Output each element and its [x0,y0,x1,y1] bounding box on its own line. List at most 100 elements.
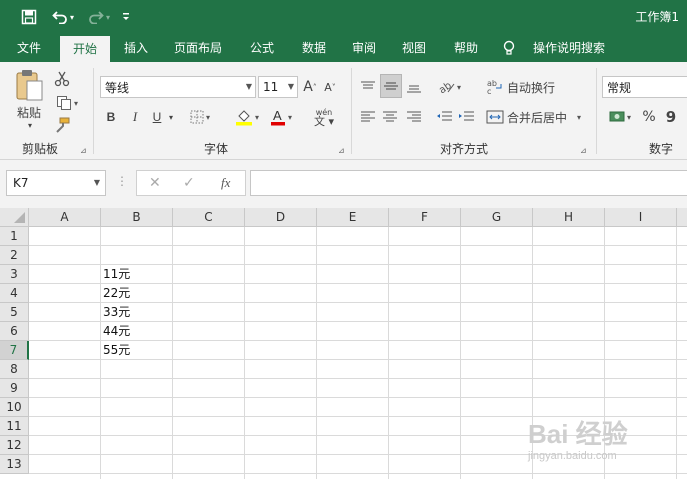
lightbulb-icon[interactable] [502,34,516,62]
column-header-c[interactable]: C [173,208,245,227]
row-header-3[interactable]: 3 [0,265,29,284]
wrap-text-button[interactable]: ab c 自动换行 [486,76,560,98]
column-header-h[interactable]: H [533,208,605,227]
phonetic-guide-icon[interactable]: wén 文 ▾ [308,104,340,130]
window-title: 工作簿1 [635,10,679,24]
borders-icon[interactable]: ▾ [186,106,214,128]
font-name-dropdown[interactable]: 等线 ▼ [100,76,256,98]
formula-controls: ✕ ✓ fx [136,170,246,196]
underline-button[interactable]: U [148,106,166,128]
customize-qat-icon[interactable] [118,6,134,28]
alignment-launcher-icon[interactable]: ⊿ [580,146,587,155]
fill-color-icon[interactable]: ▾ [232,106,262,128]
row-header-2[interactable]: 2 [0,246,29,265]
svg-text:A: A [273,108,282,123]
enter-icon[interactable]: ✓ [183,175,195,191]
redo-icon[interactable]: ▾ [84,6,114,28]
column-header-a[interactable]: A [29,208,101,227]
increase-font-size-icon[interactable]: A ˄ [302,76,318,98]
name-box[interactable]: K7 ▼ [6,170,106,196]
row-header-4[interactable]: 4 [0,284,29,303]
font-size-dropdown[interactable]: 11 ▼ [258,76,298,98]
column-header-f[interactable]: F [389,208,461,227]
decrease-indent-icon[interactable] [434,106,454,128]
ribbon-tabs: 文件 开始 插入 页面布局 公式 数据 审阅 视图 帮助 操作说明搜索 [0,34,687,62]
undo-icon[interactable]: ▾ [48,6,78,28]
bold-button[interactable]: B [102,106,120,128]
cell-b7[interactable]: 55元 [101,341,130,360]
cell-b4[interactable]: 22元 [101,284,130,303]
row-header-12[interactable]: 12 [0,436,29,455]
tab-formulas[interactable]: 公式 [240,34,284,62]
save-icon[interactable] [18,6,40,28]
cut-icon[interactable] [52,70,72,88]
row-header-5[interactable]: 5 [0,303,29,322]
percent-style-button[interactable]: % [640,106,658,128]
tell-me-search[interactable]: 操作说明搜索 [528,34,610,62]
cancel-icon[interactable]: ✕ [149,175,161,191]
column-header-e[interactable]: E [317,208,389,227]
tab-help[interactable]: 帮助 [444,34,488,62]
column-header-partial[interactable] [677,208,687,227]
clipboard-launcher-icon[interactable]: ⊿ [80,146,87,155]
decrease-font-size-icon[interactable]: A ˅ [322,76,338,98]
copy-icon[interactable]: ▾ [52,94,82,112]
align-top-icon[interactable] [358,76,378,98]
accounting-format-icon[interactable]: ▾ [604,106,636,128]
align-left-icon[interactable] [358,106,378,128]
cell-b5[interactable]: 33元 [101,303,130,322]
formula-bar: K7 ▼ ⋮ ✕ ✓ fx [0,160,687,208]
number-format-dropdown[interactable]: 常规 [602,76,687,98]
align-bottom-icon[interactable] [404,76,424,98]
underline-dropdown-icon[interactable]: ▾ [166,106,176,128]
italic-button[interactable]: I [126,106,144,128]
chevron-down-icon: ▼ [287,82,294,91]
group-divider [93,68,94,154]
paste-icon[interactable] [12,68,46,104]
increase-indent-icon[interactable] [456,106,476,128]
gridline [29,397,687,398]
tab-review[interactable]: 审阅 [342,34,386,62]
tab-page-layout[interactable]: 页面布局 [166,34,230,62]
tab-insert[interactable]: 插入 [114,34,158,62]
column-header-b[interactable]: B [101,208,173,227]
merge-center-label: 合并后居中 [507,110,568,125]
svg-text:c: c [487,87,491,95]
font-launcher-icon[interactable]: ⊿ [338,146,345,155]
column-header-d[interactable]: D [245,208,317,227]
row-header-10[interactable]: 10 [0,398,29,417]
name-box-value: K7 [13,176,29,190]
insert-function-icon[interactable]: fx [221,175,230,191]
select-all-button[interactable] [0,208,29,227]
cell-b6[interactable]: 44元 [101,322,130,341]
merge-center-button[interactable]: 合并后居中 ▾ [486,106,586,128]
formula-bar-grip-icon[interactable]: ⋮ [116,174,128,188]
column-header-g[interactable]: G [461,208,533,227]
row-header-9[interactable]: 9 [0,379,29,398]
tab-home[interactable]: 开始 [60,36,110,62]
row-header-11[interactable]: 11 [0,417,29,436]
wrap-text-label: 自动换行 [507,80,556,95]
row-header-6[interactable]: 6 [0,322,29,341]
align-right-icon[interactable] [404,106,424,128]
cell-b3[interactable]: 11元 [101,265,130,284]
formula-input[interactable] [250,170,687,196]
align-center-icon[interactable] [380,106,400,128]
font-color-icon[interactable]: A ▾ [266,106,296,128]
paste-button[interactable]: 粘贴 [14,104,44,120]
tab-data[interactable]: 数据 [292,34,336,62]
align-middle-icon[interactable] [380,74,402,98]
group-divider [351,68,352,154]
orientation-icon[interactable]: ab ▾ [434,76,466,98]
format-painter-icon[interactable] [52,116,72,134]
number-format-value: 常规 [607,80,632,95]
row-header-7[interactable]: 7 [0,341,29,360]
paste-dropdown-icon[interactable]: ▾ [24,120,36,130]
tab-file[interactable]: 文件 [6,34,52,62]
row-header-1[interactable]: 1 [0,227,29,246]
column-header-i[interactable]: I [605,208,677,227]
row-header-13[interactable]: 13 [0,455,29,474]
row-header-8[interactable]: 8 [0,360,29,379]
comma-style-button[interactable]: 9 [662,106,680,128]
tab-view[interactable]: 视图 [392,34,436,62]
